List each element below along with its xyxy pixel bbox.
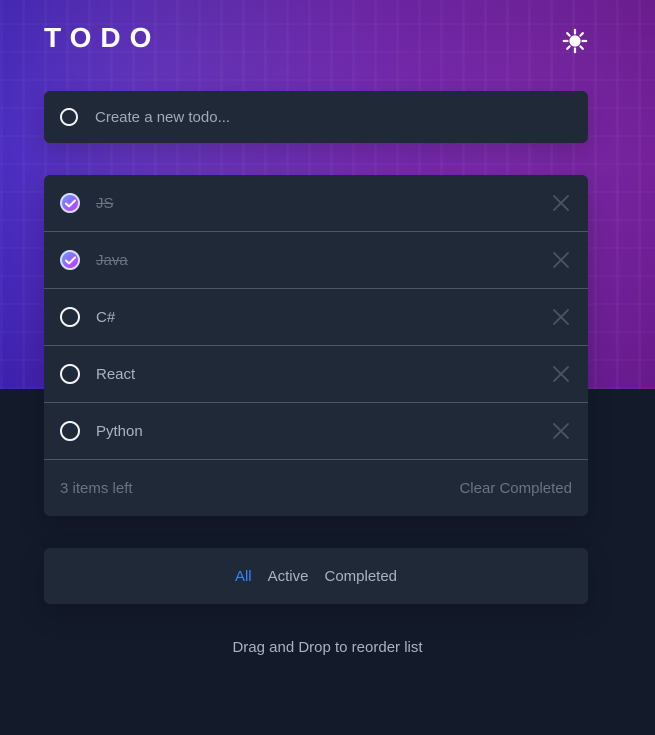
create-todo-card [44, 91, 588, 143]
todo-label: C# [96, 308, 116, 326]
todo-toggle-button[interactable] [60, 250, 80, 270]
clear-completed-button[interactable]: Clear Completed [459, 480, 572, 497]
todo-row[interactable]: C# [44, 289, 588, 346]
todo-list-card: JS Java C# React Python 3 items left Cle… [44, 175, 588, 516]
todo-label: Java [96, 251, 128, 269]
todo-label: Python [96, 422, 143, 440]
todo-row[interactable]: Python [44, 403, 588, 460]
todo-toggle-button[interactable] [60, 307, 80, 327]
todo-toggle-button[interactable] [60, 193, 80, 213]
delete-todo-button[interactable] [550, 249, 572, 271]
filter-group: All Active Completed [44, 548, 588, 604]
close-icon [552, 308, 570, 326]
close-icon [552, 365, 570, 383]
close-icon [552, 194, 570, 212]
todo-label: JS [96, 194, 114, 212]
delete-todo-button[interactable] [550, 192, 572, 214]
check-icon [64, 198, 76, 208]
filters-card: All Active Completed [44, 548, 588, 604]
todo-row[interactable]: React [44, 346, 588, 403]
drag-drop-hint: Drag and Drop to reorder list [232, 639, 423, 656]
todo-row[interactable]: JS [44, 175, 588, 232]
theme-toggle-button[interactable] [561, 27, 589, 55]
close-icon [552, 251, 570, 269]
create-todo-input[interactable] [95, 104, 525, 130]
delete-todo-button[interactable] [550, 306, 572, 328]
todo-list-footer: 3 items left Clear Completed [44, 460, 588, 516]
todo-toggle-button[interactable] [60, 421, 80, 441]
todo-row[interactable]: Java [44, 232, 588, 289]
todo-label: React [96, 365, 136, 383]
filter-active[interactable]: Active [268, 568, 309, 585]
close-icon [552, 422, 570, 440]
todo-toggle-button[interactable] [60, 364, 80, 384]
check-icon [64, 255, 76, 265]
app-title: TODO [44, 22, 161, 53]
filter-completed[interactable]: Completed [324, 568, 397, 585]
sun-icon [562, 28, 588, 54]
items-left-count: 3 items left [60, 479, 133, 497]
filter-all[interactable]: All [235, 568, 252, 585]
delete-todo-button[interactable] [550, 363, 572, 385]
delete-todo-button[interactable] [550, 420, 572, 442]
create-todo-row [44, 91, 588, 143]
create-todo-circle-icon [60, 108, 78, 126]
